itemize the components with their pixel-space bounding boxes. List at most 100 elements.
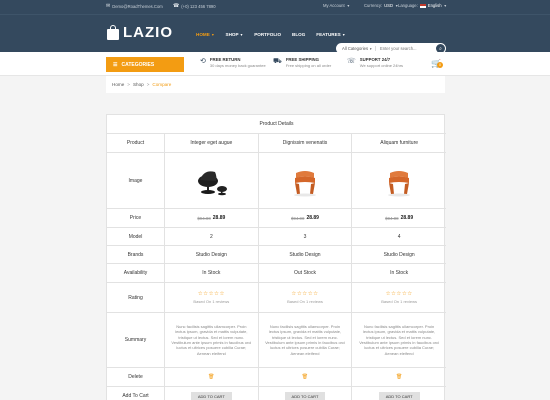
product-name[interactable]: Dignissim venenatis <box>259 134 353 152</box>
row-brands: Brands Studio Design Studio Design Studi… <box>107 246 446 264</box>
feature-sub: Free shipping on all order <box>285 63 332 68</box>
product-name[interactable]: Aliquam furniture <box>352 134 446 152</box>
summary-text: Nunc facilisis sagittis ullamcorper. Pro… <box>265 323 345 356</box>
language-selector[interactable]: Language: English ▼ <box>398 3 447 8</box>
feature-free-shipping: ⛟ FREE SHIPPING Free shipping on all orde… <box>273 57 331 68</box>
feature-title: SUPPORT 24/7 <box>359 57 391 62</box>
feature-title: FREE RETURN <box>209 57 241 62</box>
table-title: Product Details <box>107 115 446 134</box>
row-delete: Delete 🗑 🗑 🗑 <box>107 368 446 387</box>
trash-icon[interactable]: 🗑 <box>302 374 308 380</box>
my-account-menu[interactable]: My Account ▼ <box>323 3 350 8</box>
price-cell: $94.00 28.89 <box>259 209 353 227</box>
row-add-to-cart: Add To Cart ADD TO CART ADD TO CART ADD … <box>107 387 446 400</box>
chevron-down-icon: ▼ <box>211 33 215 37</box>
search-input[interactable] <box>376 46 436 51</box>
model-value: 3 <box>259 228 353 245</box>
chevron-down-icon: ▼ <box>443 3 447 8</box>
current-price: 28.89 <box>306 215 319 221</box>
product-image-cell <box>165 153 259 208</box>
chevron-down-icon: ▼ <box>346 3 351 8</box>
breadcrumb-home[interactable]: Home <box>112 82 124 87</box>
row-price: Price $94.00 28.89 $94.00 28.89 $94.00 28.8… <box>107 209 446 228</box>
rating-cell: ☆☆☆☆☆ Based On 1 reviews <box>259 283 353 312</box>
review-count: Based On 1 reviews <box>381 299 418 304</box>
brand-value: Studio Design <box>383 251 415 258</box>
row-availability: Availability In Stock Out Stock In Stock <box>107 264 446 283</box>
breadcrumb-separator: > <box>146 82 150 87</box>
availability-value: In Stock <box>165 264 259 282</box>
truck-icon: ⛟ <box>273 58 282 65</box>
categories-label: CATEGORIES <box>121 61 155 68</box>
cart-cell: ADD TO CART <box>165 387 259 400</box>
orange-chair-image[interactable] <box>379 164 419 198</box>
review-count: Based On 1 reviews <box>193 299 230 304</box>
product-image-cell <box>259 153 353 208</box>
cart-cell: ADD TO CART <box>259 387 353 400</box>
black-lounge-chair-image[interactable] <box>191 164 231 198</box>
brand-value: Studio Design <box>259 246 353 263</box>
price-cell: $94.00 28.89 <box>165 209 259 227</box>
availability-value: Out Stock <box>259 264 353 282</box>
nav-features[interactable]: FEATURES ▼ <box>316 32 345 37</box>
shopping-bag-icon <box>106 25 120 40</box>
rating-cell: ☆☆☆☆☆ Based On 1 reviews <box>352 283 446 312</box>
topbar: ✉ Demo@RoadThemes.Com ☎ (+0) 123 456 789… <box>0 0 550 14</box>
star-rating-icon: ☆☆☆☆☆ <box>197 291 225 297</box>
chevron-down-icon: ▼ <box>342 33 346 37</box>
summary-cell: Nunc facilisis sagittis ullamcorper. Pro… <box>165 313 259 367</box>
feature-title: FREE SHIPPING <box>285 57 320 62</box>
row-label: Price <box>107 209 165 227</box>
search-category-select[interactable]: All Categories ▼ <box>336 46 376 51</box>
phone-icon: ☎ <box>173 3 180 9</box>
categories-button[interactable]: ☰ CATEGORIES <box>106 57 184 72</box>
add-to-cart-button[interactable]: ADD TO CART <box>190 391 232 400</box>
menu-icon: ☰ <box>113 61 118 68</box>
return-icon: ⟲ <box>200 58 206 65</box>
breadcrumb-separator: > <box>127 82 130 87</box>
product-name[interactable]: Integer eget augue <box>165 134 259 152</box>
trash-icon[interactable]: 🗑 <box>396 374 402 380</box>
summary-text: Nunc facilisis sagittis ullamcorper. Pro… <box>171 323 252 356</box>
summary-text: Nunc facilisis sagittis ullamcorper. Pro… <box>359 323 440 356</box>
nav-shop[interactable]: SHOP ▼ <box>226 32 244 37</box>
nav-blog[interactable]: BLOG <box>292 32 305 37</box>
row-rating: Rating ☆☆☆☆☆ Based On 1 reviews ☆☆☆☆☆ Base… <box>107 283 446 313</box>
availability-value: In Stock <box>390 270 409 276</box>
cart-cell: ADD TO CART <box>352 387 446 400</box>
site-logo[interactable]: LAZIO <box>106 24 173 41</box>
orange-chair-image[interactable] <box>285 164 325 198</box>
trash-icon[interactable]: 🗑 <box>208 374 214 380</box>
breadcrumb-current: Compare <box>152 82 172 87</box>
add-to-cart-button[interactable]: ADD TO CART <box>284 391 326 400</box>
nav-home[interactable]: HOME ▼ <box>196 32 215 37</box>
row-label: Image <box>107 153 165 208</box>
cart-count-badge: 0 <box>437 62 443 68</box>
rating-cell: ☆☆☆☆☆ Based On 1 reviews <box>165 283 259 312</box>
current-price: 28.89 <box>400 215 414 221</box>
nav-portfolio[interactable]: PORTFOLIO <box>254 32 281 37</box>
delete-cell: 🗑 <box>165 368 259 386</box>
delete-cell: 🗑 <box>352 368 446 386</box>
feature-sub: We support online 24hrs <box>359 63 404 68</box>
breadcrumb: Home > Shop > Compare <box>106 76 445 93</box>
row-label: Model <box>107 228 165 245</box>
currency-selector[interactable]: Currency: USD ▼ <box>364 3 398 8</box>
old-price: $94.00 <box>291 215 305 221</box>
model-value: 2 <box>165 228 259 245</box>
model-value: 4 <box>397 233 401 240</box>
email-contact[interactable]: ✉ Demo@RoadThemes.Com <box>106 3 163 9</box>
old-price: $94.00 <box>385 215 399 221</box>
row-label: Add To Cart <box>107 387 165 400</box>
logo-text: LAZIO <box>123 24 173 41</box>
currency-label: Currency: <box>364 3 383 8</box>
breadcrumb-shop[interactable]: Shop <box>133 82 144 87</box>
search-icon: ⌕ <box>439 45 442 52</box>
envelope-icon: ✉ <box>106 3 111 9</box>
summary-cell: Nunc facilisis sagittis ullamcorper. Pro… <box>352 313 446 367</box>
email-text: Demo@RoadThemes.Com <box>112 3 163 9</box>
flag-icon <box>419 3 426 8</box>
add-to-cart-button[interactable]: ADD TO CART <box>378 391 420 400</box>
row-image: Image <box>107 153 446 209</box>
language-label: Language: <box>398 3 418 8</box>
